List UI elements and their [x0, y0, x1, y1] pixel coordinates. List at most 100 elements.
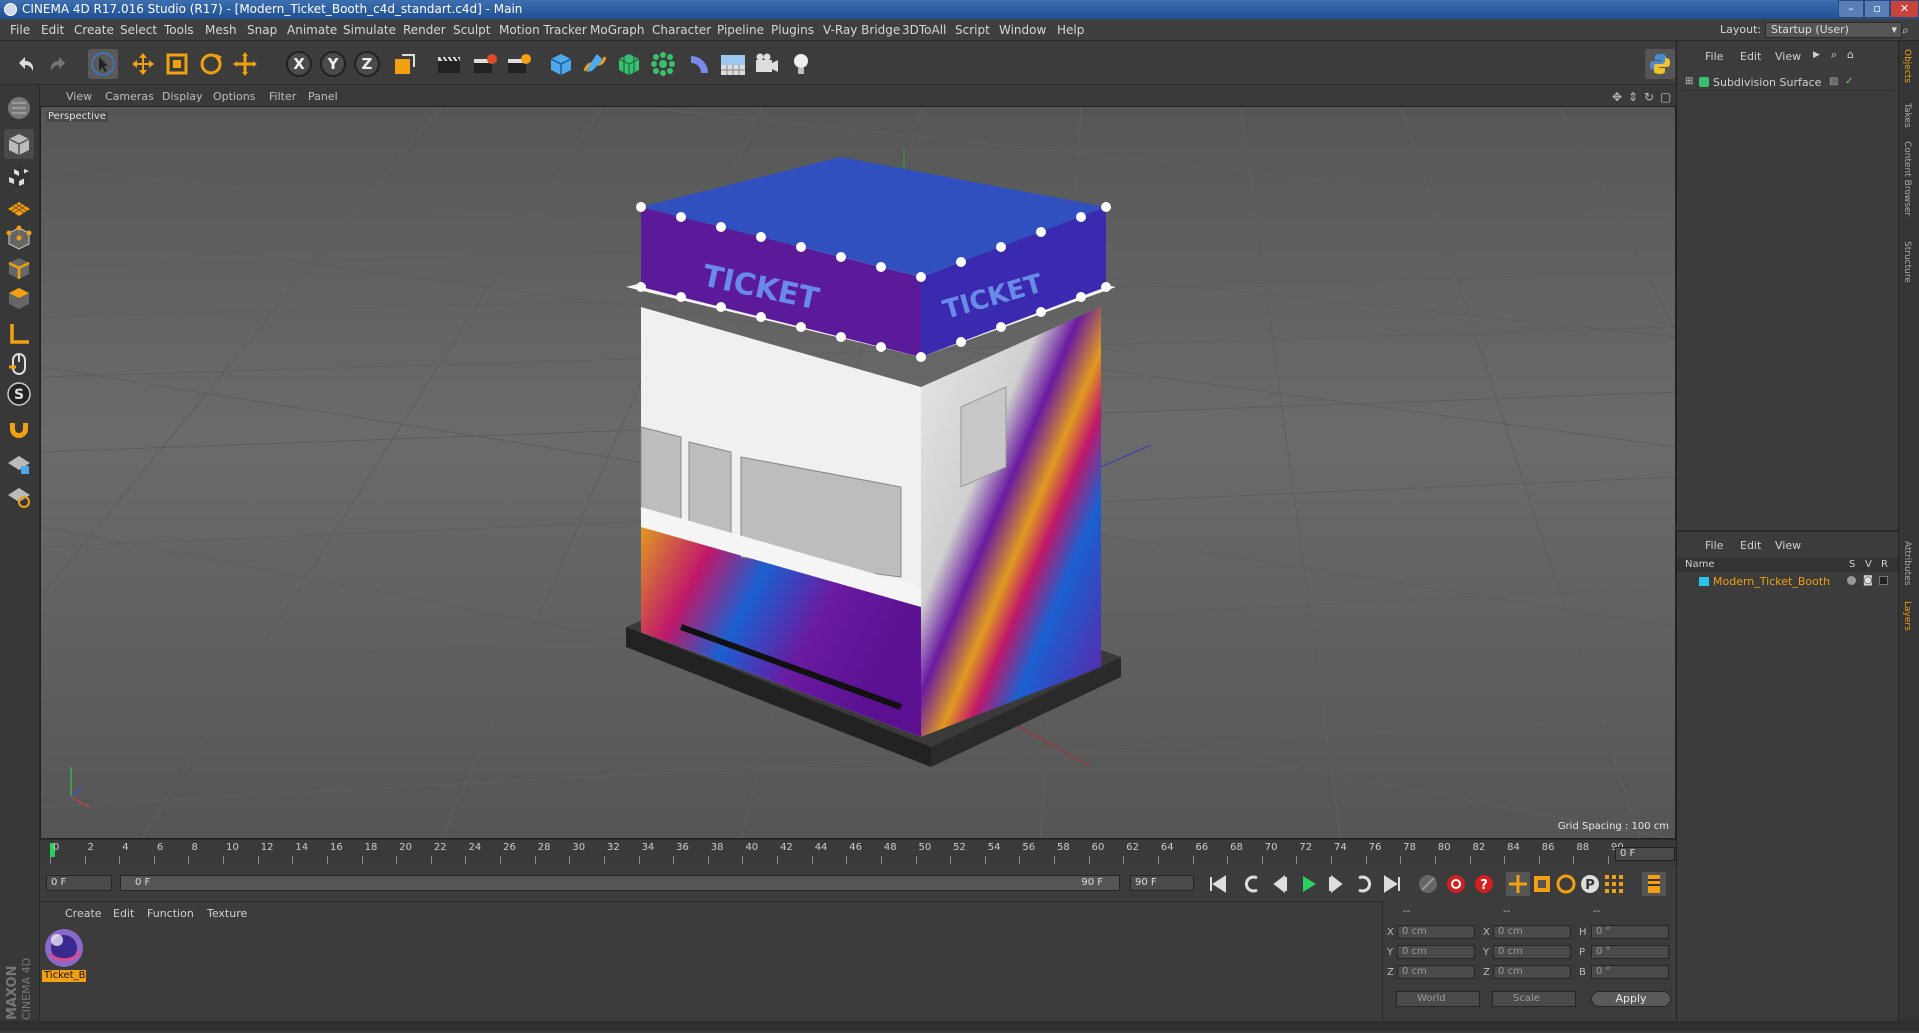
magnet-icon[interactable] [4, 415, 34, 445]
tab-content-browser[interactable]: Content Browser [1902, 141, 1912, 216]
keyframe-selection-icon[interactable]: ? [1472, 872, 1496, 896]
deformer-icon[interactable] [684, 49, 714, 79]
material-thumbnail[interactable] [42, 926, 86, 970]
menu-vray-bridge[interactable]: V-Ray Bridge [823, 23, 900, 37]
viewport-menu-filter[interactable]: Filter [269, 90, 296, 103]
layer-menu-edit[interactable]: Edit [1740, 539, 1761, 552]
menu-script[interactable]: Script [955, 23, 990, 37]
subdivision-icon[interactable] [614, 49, 644, 79]
viewport-rotate-icon[interactable]: ↻ [1644, 90, 1654, 104]
model-mode-icon[interactable] [4, 129, 34, 159]
points-mode-icon[interactable] [4, 223, 34, 253]
menu-create[interactable]: Create [74, 23, 114, 37]
viewport-menu-view[interactable]: View [66, 90, 92, 103]
next-key-icon[interactable] [1352, 872, 1376, 896]
menu-animate[interactable]: Animate [287, 23, 337, 37]
coord-size-y[interactable]: 0 cm [1493, 945, 1571, 959]
go-to-end-icon[interactable] [1380, 872, 1404, 896]
object-menu-more-icon[interactable]: ▶ [1813, 50, 1820, 60]
key-pla-icon[interactable] [1602, 872, 1626, 896]
next-frame-icon[interactable] [1324, 872, 1348, 896]
edit-render-settings-icon[interactable] [504, 49, 534, 79]
viewport-menu-cameras[interactable]: Cameras [105, 90, 154, 103]
coord-size-x[interactable]: 0 cm [1493, 925, 1571, 939]
layer-row[interactable]: Modern_Ticket_Booth ◙ [1677, 574, 1899, 589]
material-name[interactable]: Ticket_B [42, 970, 86, 982]
viewport-maximize-icon[interactable]: ▢ [1660, 90, 1671, 104]
menu-render[interactable]: Render [403, 23, 446, 37]
render-picture-viewer-icon[interactable] [470, 49, 500, 79]
array-icon[interactable] [648, 49, 678, 79]
menu-plugins[interactable]: Plugins [771, 23, 814, 37]
rotate-icon[interactable] [196, 49, 226, 79]
record-keys-icon[interactable] [1416, 872, 1440, 896]
object-enabled-check[interactable]: ✓ [1845, 76, 1853, 87]
expand-icon[interactable]: ⊞ [1685, 76, 1693, 87]
z-axis-lock[interactable]: Z [354, 51, 380, 77]
lock-workplane-icon[interactable] [4, 449, 34, 479]
menu-sculpt[interactable]: Sculpt [453, 23, 490, 37]
select-icon[interactable] [88, 49, 118, 79]
key-rotation-icon[interactable] [1554, 872, 1578, 896]
menu-pipeline[interactable]: Pipeline [717, 23, 764, 37]
planar-workplane-icon[interactable] [4, 481, 34, 511]
menu-file[interactable]: File [10, 23, 30, 37]
python-icon[interactable] [1645, 49, 1675, 79]
material-menu-edit[interactable]: Edit [113, 907, 134, 920]
menu-simulate[interactable]: Simulate [343, 23, 396, 37]
coord-size-z[interactable]: 0 cm [1493, 965, 1571, 979]
timeline-window-icon[interactable] [1642, 872, 1666, 896]
tab-takes[interactable]: Takes [1902, 103, 1912, 128]
tab-objects[interactable]: Objects [1902, 49, 1912, 83]
layer-visible-icon[interactable]: ◙ [1863, 575, 1873, 586]
layer-render-toggle[interactable] [1879, 576, 1888, 585]
menu-tools[interactable]: Tools [164, 23, 194, 37]
floor-icon[interactable] [718, 49, 748, 79]
move-icon[interactable] [128, 49, 158, 79]
prev-frame-icon[interactable] [1268, 872, 1292, 896]
coord-mode-scale-select[interactable]: Scale [1492, 991, 1576, 1007]
redo-icon[interactable] [44, 49, 74, 79]
apply-button[interactable]: Apply [1591, 991, 1671, 1007]
menu-help[interactable]: Help [1057, 23, 1084, 37]
coord-rot-p[interactable]: 0 ° [1591, 945, 1669, 959]
object-menu-edit[interactable]: Edit [1740, 50, 1761, 63]
texture-mode-icon[interactable] [4, 161, 34, 191]
layout-select[interactable]: Startup (User) ▾ [1765, 22, 1902, 38]
coord-rot-b[interactable]: 0 ° [1591, 965, 1669, 979]
end-frame-field[interactable]: 90 F [1130, 875, 1194, 891]
coord-pos-z[interactable]: 0 cm [1397, 965, 1475, 979]
key-scale-icon[interactable] [1530, 872, 1554, 896]
tab-layers[interactable]: Layers [1902, 601, 1912, 631]
material-menu-function[interactable]: Function [147, 907, 194, 920]
object-menu-view[interactable]: View [1775, 50, 1801, 63]
edges-mode-icon[interactable] [4, 253, 34, 283]
timeline-ruler[interactable]: 0 2 4 6 8 10 12 14 16 18 20 22 24 26 28 30 32 34 36 38 40 42 4… [40, 839, 1676, 866]
x-axis-lock[interactable]: X [286, 51, 312, 77]
viewport-zoom-icon[interactable]: ⇕ [1628, 90, 1638, 104]
coord-mode-world-select[interactable]: World [1396, 991, 1480, 1007]
workplane-icon[interactable] [4, 193, 34, 223]
key-parameter-icon[interactable]: P [1578, 872, 1602, 896]
tweak-mode-icon[interactable] [4, 349, 34, 379]
y-axis-lock[interactable]: Y [320, 51, 346, 77]
polygons-mode-icon[interactable] [4, 283, 34, 313]
object-menu-file[interactable]: File [1705, 50, 1723, 63]
viewport-menu-options[interactable]: Options [213, 90, 255, 103]
object-edit-icon[interactable]: ▨ [1829, 76, 1838, 87]
live-select-icon[interactable] [230, 49, 260, 79]
maximize-button[interactable]: ▫ [1864, 0, 1890, 18]
viewport-menu-panel[interactable]: Panel [308, 90, 338, 103]
material-menu-create[interactable]: Create [65, 907, 102, 920]
layer-menu-file[interactable]: File [1705, 539, 1723, 552]
coord-pos-y[interactable]: 0 cm [1397, 945, 1475, 959]
menu-character[interactable]: Character [652, 23, 711, 37]
light-icon[interactable] [786, 49, 816, 79]
frame-range-slider[interactable]: 0 F 90 F [120, 875, 1120, 891]
layer-solo-toggle[interactable] [1847, 576, 1856, 585]
menu-3dtoall[interactable]: 3DToAll [902, 23, 946, 37]
menu-motion-tracker[interactable]: Motion Tracker [499, 23, 587, 37]
perspective-viewport[interactable]: TICKET TICKET Perspective Grid Spacing :… [40, 106, 1676, 839]
go-to-start-icon[interactable] [1206, 872, 1230, 896]
start-frame-field[interactable]: 0 F [46, 875, 112, 891]
